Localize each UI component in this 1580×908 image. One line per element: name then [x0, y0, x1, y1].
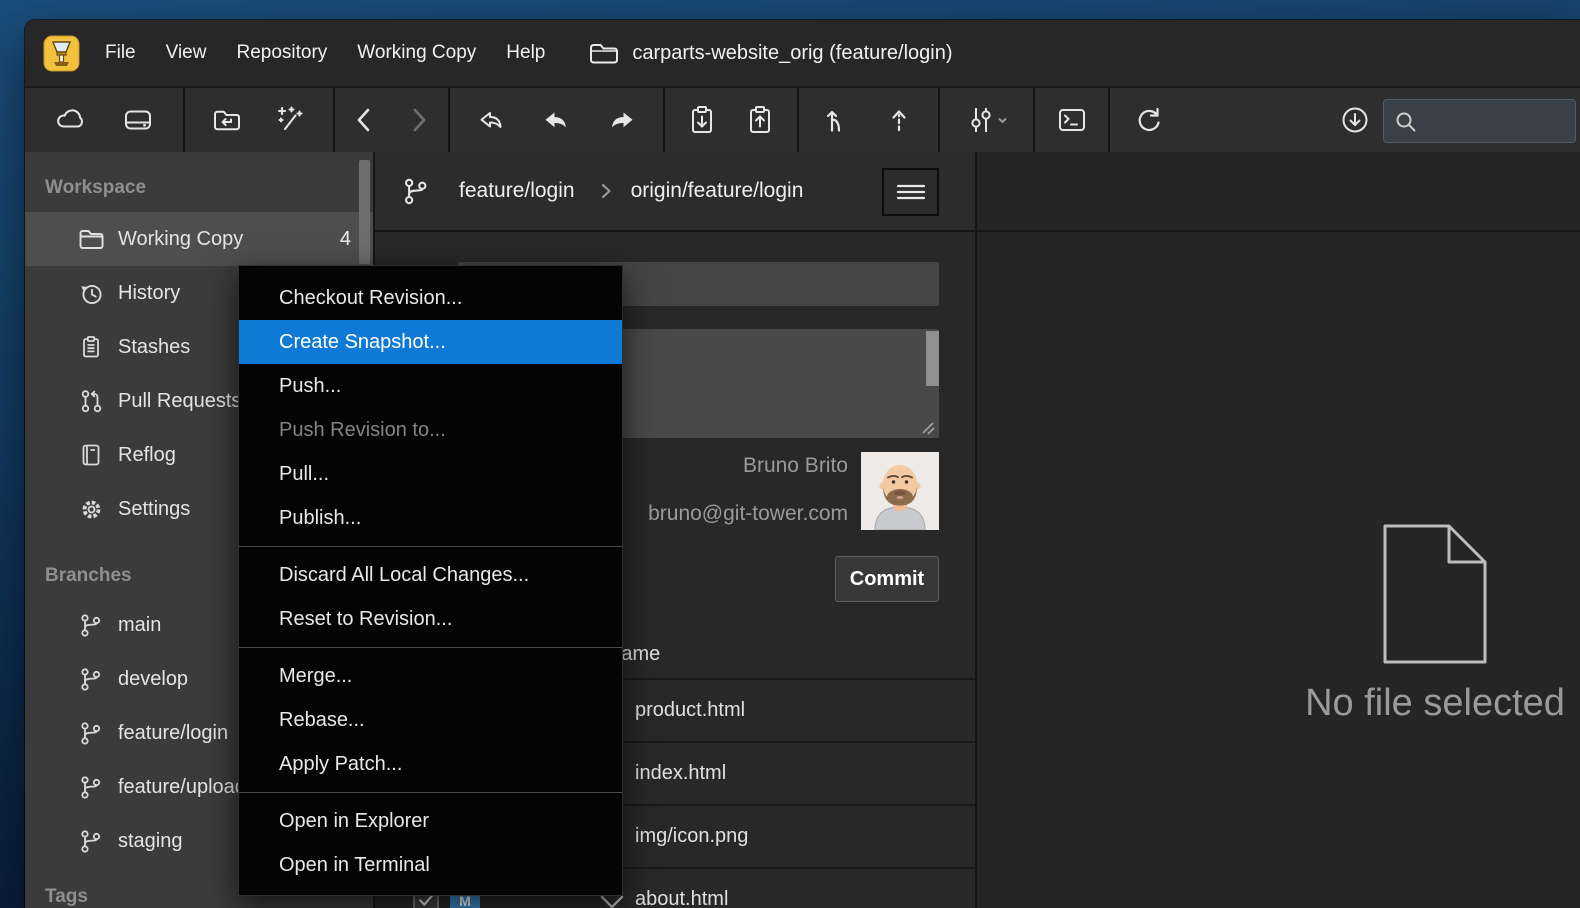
file-name: about.html — [635, 888, 728, 908]
title-bar: File View Repository Working Copy Help c… — [25, 20, 1580, 86]
pull-request-icon — [77, 388, 105, 415]
tracking-branch[interactable]: origin/feature/login — [631, 179, 804, 203]
branch-label: main — [118, 614, 161, 637]
toolbar-spacer — [1185, 88, 1333, 152]
branch-label: feature/upload — [118, 776, 246, 799]
sidebar-item-label: Reflog — [118, 444, 176, 467]
menu-separator — [239, 546, 622, 547]
forward-icon[interactable] — [396, 98, 440, 142]
branch-icon — [77, 774, 105, 801]
folder-icon — [77, 227, 105, 251]
branch-label: staging — [118, 830, 183, 853]
menu-separator — [239, 647, 622, 648]
clipboard-up-icon[interactable] — [738, 98, 782, 142]
hamburger-menu-button[interactable] — [882, 168, 939, 216]
menu-help[interactable]: Help — [491, 42, 560, 64]
menu-item-push-revision-to: Push Revision to... — [239, 408, 622, 452]
branch-bar: feature/login origin/feature/login — [375, 152, 975, 232]
sidebar-item-label: Pull Requests — [118, 390, 241, 413]
menu-file[interactable]: File — [90, 42, 151, 64]
dashed-up-arrow-icon[interactable] — [877, 98, 921, 142]
branch-icon — [77, 612, 105, 639]
menu-item-open-in-explorer[interactable]: Open in Explorer — [239, 799, 622, 843]
sidebar-scrollbar-thumb[interactable] — [359, 160, 370, 264]
window-title: carparts-website_orig (feature/login) — [632, 42, 952, 65]
tower-app-icon — [43, 35, 80, 72]
menu-item-open-in-terminal[interactable]: Open in Terminal — [239, 843, 622, 887]
menu-item-push[interactable]: Push... — [239, 364, 622, 408]
branch-icon — [77, 666, 105, 693]
workspace-header: Workspace — [25, 152, 373, 212]
open-repo-folder-icon[interactable] — [205, 98, 249, 142]
refresh-icon[interactable] — [1126, 98, 1170, 142]
file-name: product.html — [635, 699, 745, 722]
menu-item-pull[interactable]: Pull... — [239, 452, 622, 496]
menu-item-merge[interactable]: Merge... — [239, 654, 622, 698]
commits-graph-icon[interactable] — [958, 98, 1016, 142]
menu-item-rebase[interactable]: Rebase... — [239, 698, 622, 742]
gear-icon — [77, 496, 105, 523]
folder-icon — [588, 39, 620, 67]
search-icon — [1394, 110, 1418, 134]
clipboard-down-icon[interactable] — [680, 98, 724, 142]
sidebar-item-working-copy[interactable]: Working Copy 4 — [25, 212, 373, 266]
chevron-right-icon — [599, 181, 613, 201]
history-clock-icon — [77, 280, 105, 307]
menu-working-copy[interactable]: Working Copy — [342, 42, 491, 64]
journal-icon — [77, 442, 105, 468]
no-file-selected-text: No file selected — [1305, 682, 1565, 725]
branch-label: feature/login — [118, 722, 228, 745]
toolbar — [25, 86, 1580, 152]
sidebar-item-label: History — [118, 282, 180, 305]
undo-filled-icon[interactable] — [535, 98, 579, 142]
search-box — [1383, 99, 1576, 143]
working-copy-count-badge: 4 — [340, 228, 351, 251]
menu-repository[interactable]: Repository — [221, 42, 342, 64]
message-scrollbar-thumb[interactable] — [926, 331, 939, 386]
menu-item-discard-all-local-changes[interactable]: Discard All Local Changes... — [239, 553, 622, 597]
sidebar-item-label: Stashes — [118, 336, 190, 359]
menu-separator — [239, 792, 622, 793]
clipboard-icon — [77, 334, 105, 360]
sidebar-item-label: Working Copy — [118, 228, 243, 251]
menu-item-publish[interactable]: Publish... — [239, 496, 622, 540]
back-icon[interactable] — [343, 98, 387, 142]
fetch-circle-icon[interactable] — [1333, 98, 1377, 142]
commit-button[interactable]: Commit — [835, 556, 939, 602]
cloud-icon[interactable] — [48, 98, 92, 142]
document-icon — [1379, 520, 1491, 668]
current-branch[interactable]: feature/login — [459, 179, 575, 203]
menu-item-apply-patch[interactable]: Apply Patch... — [239, 742, 622, 786]
branch-label: develop — [118, 668, 188, 691]
branch-icon — [77, 720, 105, 747]
detail-panel: No file selected — [977, 152, 1580, 908]
detail-panel-header — [977, 152, 1580, 232]
menu-view[interactable]: View — [151, 42, 222, 64]
menu-item-reset-to-revision[interactable]: Reset to Revision... — [239, 597, 622, 641]
branch-icon — [77, 828, 105, 855]
storage-drive-icon[interactable] — [116, 98, 160, 142]
merge-icon[interactable] — [816, 98, 860, 142]
redo-filled-icon[interactable] — [599, 98, 643, 142]
undo-outline-icon[interactable] — [470, 98, 514, 142]
resize-grip-icon[interactable] — [920, 420, 936, 436]
context-menu: Checkout Revision... Create Snapshot... … — [238, 265, 623, 896]
magic-wand-icon[interactable] — [269, 98, 313, 142]
avatar — [861, 452, 939, 530]
branch-icon — [401, 176, 431, 207]
sidebar-item-label: Settings — [118, 498, 190, 521]
menu-item-create-snapshot[interactable]: Create Snapshot... — [239, 320, 622, 364]
file-name: img/icon.png — [635, 825, 748, 848]
file-name: index.html — [635, 762, 726, 785]
menu-item-checkout-revision[interactable]: Checkout Revision... — [239, 276, 622, 320]
terminal-icon[interactable] — [1050, 98, 1094, 142]
